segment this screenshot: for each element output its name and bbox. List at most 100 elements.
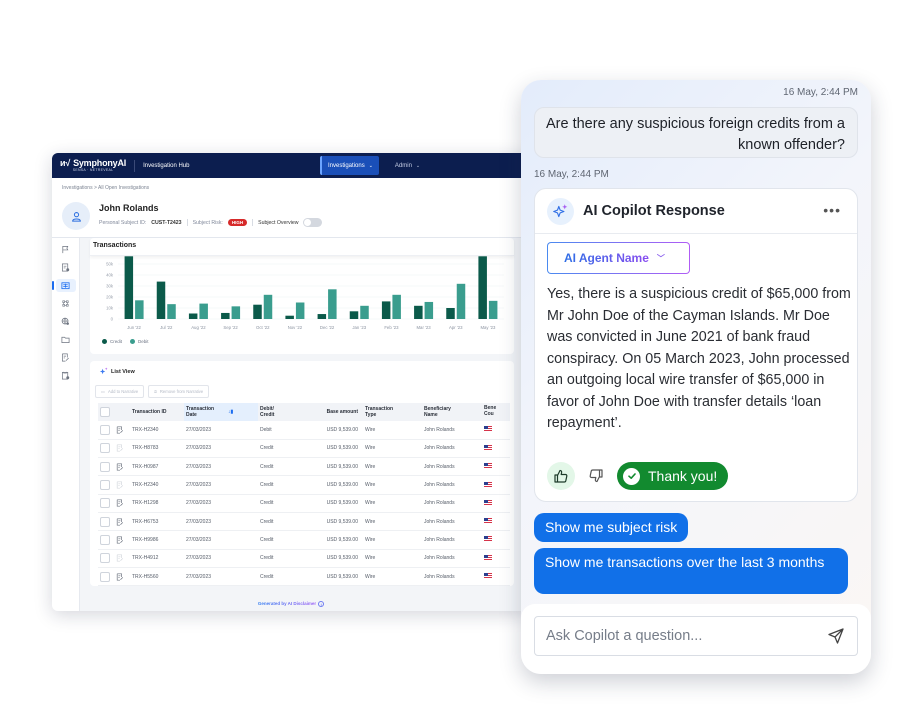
thumbs-down-button[interactable] bbox=[585, 462, 607, 490]
agent-select-dropdown[interactable]: AI Agent Name ﹀ bbox=[547, 242, 690, 274]
report-icon[interactable] bbox=[56, 261, 76, 274]
symphonyai-logo[interactable]: ᴎ√ SymphonyAI SENSA · NETREVEAL bbox=[60, 158, 126, 173]
col-base-amount[interactable]: Base amount bbox=[310, 403, 360, 421]
ask-copilot-input[interactable] bbox=[546, 628, 827, 644]
transactions-icon[interactable] bbox=[52, 279, 76, 292]
x-tick-label: Mar '23 bbox=[416, 325, 431, 330]
col-transaction-type[interactable]: Transaction Type bbox=[360, 403, 422, 421]
narrative-note-icon[interactable] bbox=[116, 572, 124, 581]
transaction-id[interactable]: TRX-H1298 bbox=[130, 494, 184, 513]
legend-label: Debit bbox=[138, 339, 149, 344]
beneficiary-name: John Rolands bbox=[422, 530, 482, 550]
narrative-note-icon[interactable] bbox=[116, 444, 124, 452]
narrative-note-icon[interactable] bbox=[116, 426, 124, 434]
more-options-icon[interactable]: ••• bbox=[823, 202, 841, 218]
remove-from-narrative-button[interactable]: ⧄ Remove from Narrative bbox=[148, 385, 210, 398]
send-icon[interactable] bbox=[827, 627, 845, 645]
beneficiary-country bbox=[482, 421, 510, 440]
chevron-down-icon: ﹀ bbox=[656, 253, 665, 263]
breadcrumb[interactable]: Investigations > All Open Investigations bbox=[62, 185, 149, 191]
col-beneficiary-country[interactable]: Bene Cou bbox=[482, 403, 510, 421]
row-checkbox[interactable] bbox=[100, 443, 110, 454]
subject-overview-toggle[interactable] bbox=[303, 218, 323, 227]
bar-credit bbox=[317, 314, 327, 319]
transaction-id[interactable]: TRX-H8783 bbox=[130, 439, 184, 459]
response-title: AI Copilot Response bbox=[583, 203, 725, 219]
table-row[interactable]: TRX-H0987 27/03/2023 Credit USD 9,539.00 Wir… bbox=[98, 457, 510, 477]
main-nav: Investigations ⌄ Admin ⌄ bbox=[320, 156, 426, 175]
us-flag-icon bbox=[484, 554, 492, 560]
nav-investigations[interactable]: Investigations ⌄ bbox=[320, 156, 379, 175]
x-tick-label: Oct '22 bbox=[256, 325, 270, 330]
ai-disclaimer[interactable]: Generated by AI Disclaimer i bbox=[52, 601, 530, 607]
sort-desc-icon[interactable]: ↓▮ bbox=[228, 409, 233, 415]
table-row[interactable]: TRX-H2340 27/03/2023 Credit USD 9,539.00 Wir… bbox=[98, 475, 510, 495]
suggestion-chip[interactable]: Show me transactions over the last 3 mon… bbox=[534, 548, 848, 594]
col-beneficiary-name[interactable]: Beneficiary Name bbox=[422, 403, 482, 421]
chevron-down-icon: ⌄ bbox=[368, 162, 373, 169]
composer-area bbox=[521, 604, 871, 674]
row-checkbox[interactable] bbox=[100, 498, 110, 509]
subject-id-value: CUST-T2423 bbox=[151, 219, 182, 226]
col-debit-credit[interactable]: Debit/ Credit bbox=[258, 403, 310, 421]
narrative-note-icon[interactable] bbox=[116, 518, 124, 526]
row-checkbox[interactable] bbox=[100, 461, 110, 472]
col-transaction-id[interactable]: Transaction ID bbox=[130, 403, 184, 421]
select-all-checkbox[interactable] bbox=[100, 407, 110, 417]
bar-credit bbox=[478, 256, 487, 319]
transaction-id[interactable]: TRX-H6753 bbox=[130, 512, 184, 532]
notes-icon[interactable] bbox=[56, 351, 76, 364]
narrative-note-icon[interactable] bbox=[116, 499, 124, 507]
narrative-note-icon[interactable] bbox=[116, 554, 124, 562]
beneficiary-name: John Rolands bbox=[422, 421, 482, 440]
table-row[interactable]: TRX-H8783 27/03/2023 Credit USD 9,539.00 Wir… bbox=[98, 439, 510, 459]
table-row[interactable]: TRX-H5560 27/03/2023 Credit USD 9,539.00 Wir… bbox=[98, 567, 510, 587]
legend-debit[interactable]: Debit bbox=[130, 339, 149, 344]
narrative-note-icon[interactable] bbox=[116, 463, 124, 471]
debit-credit: Debit bbox=[258, 421, 310, 440]
transaction-id[interactable]: TRX-H4912 bbox=[130, 549, 184, 568]
table-row[interactable]: TRX-H4912 27/03/2023 Credit USD 9,539.00 Wir… bbox=[98, 549, 510, 568]
row-checkbox[interactable] bbox=[100, 516, 110, 527]
folder-icon[interactable] bbox=[56, 333, 76, 346]
divider bbox=[186, 219, 188, 226]
narrative-note-icon[interactable] bbox=[116, 481, 124, 489]
beneficiary-country bbox=[482, 457, 510, 477]
button-label: Add to Narrative bbox=[107, 389, 139, 394]
row-checkbox[interactable] bbox=[100, 571, 110, 582]
bar-credit bbox=[446, 308, 455, 319]
row-checkbox[interactable] bbox=[100, 553, 110, 564]
table-row[interactable]: TRX-H1298 27/03/2023 Credit USD 9,539.00 Wir… bbox=[98, 494, 510, 513]
nav-admin[interactable]: Admin ⌄ bbox=[389, 156, 426, 175]
transaction-id[interactable]: TRX-H0987 bbox=[130, 457, 184, 477]
beneficiary-name: John Rolands bbox=[422, 512, 482, 532]
table-row[interactable]: TRX-H6753 27/03/2023 Credit USD 9,539.00 Wir… bbox=[98, 512, 510, 532]
table-row[interactable]: TRX-H9986 27/03/2023 Credit USD 9,539.00 Wir… bbox=[98, 530, 510, 550]
transaction-id[interactable]: TRX-H9986 bbox=[130, 530, 184, 550]
transaction-id[interactable]: TRX-H2340 bbox=[130, 475, 184, 495]
feedback-label: Thank you! bbox=[648, 468, 718, 484]
row-checkbox[interactable] bbox=[100, 424, 110, 435]
transaction-date: 27/03/2023 bbox=[184, 549, 258, 568]
x-tick-label: Sep '22 bbox=[223, 325, 238, 330]
info-icon[interactable]: i bbox=[318, 601, 325, 607]
row-checkbox[interactable] bbox=[100, 480, 110, 491]
row-checkbox[interactable] bbox=[100, 534, 110, 545]
clipboard-icon[interactable] bbox=[56, 369, 76, 382]
network-icon[interactable] bbox=[56, 297, 76, 310]
legend-credit[interactable]: Credit bbox=[102, 339, 122, 344]
globe-search-icon[interactable] bbox=[56, 315, 76, 328]
table-row[interactable]: TRX-H2340 27/03/2023 Debit USD 9,539.00 Wire… bbox=[98, 421, 510, 440]
thumbs-up-button[interactable] bbox=[547, 462, 575, 490]
flag-icon[interactable] bbox=[56, 243, 76, 256]
narrative-note-icon[interactable] bbox=[116, 536, 124, 544]
transaction-id[interactable]: TRX-H5560 bbox=[130, 567, 184, 587]
suggestion-chip[interactable]: Show me subject risk bbox=[534, 513, 689, 542]
col-transaction-date[interactable]: Transaction Date ↓▮ bbox=[184, 403, 258, 421]
note-cell bbox=[114, 439, 130, 459]
add-to-narrative-button[interactable]: ▭ Add to Narrative bbox=[95, 385, 145, 398]
note-cell bbox=[114, 475, 130, 495]
transaction-date: 27/03/2023 bbox=[184, 512, 258, 532]
transaction-id[interactable]: TRX-H2340 bbox=[130, 421, 184, 440]
y-tick-label: 10k bbox=[106, 306, 114, 311]
